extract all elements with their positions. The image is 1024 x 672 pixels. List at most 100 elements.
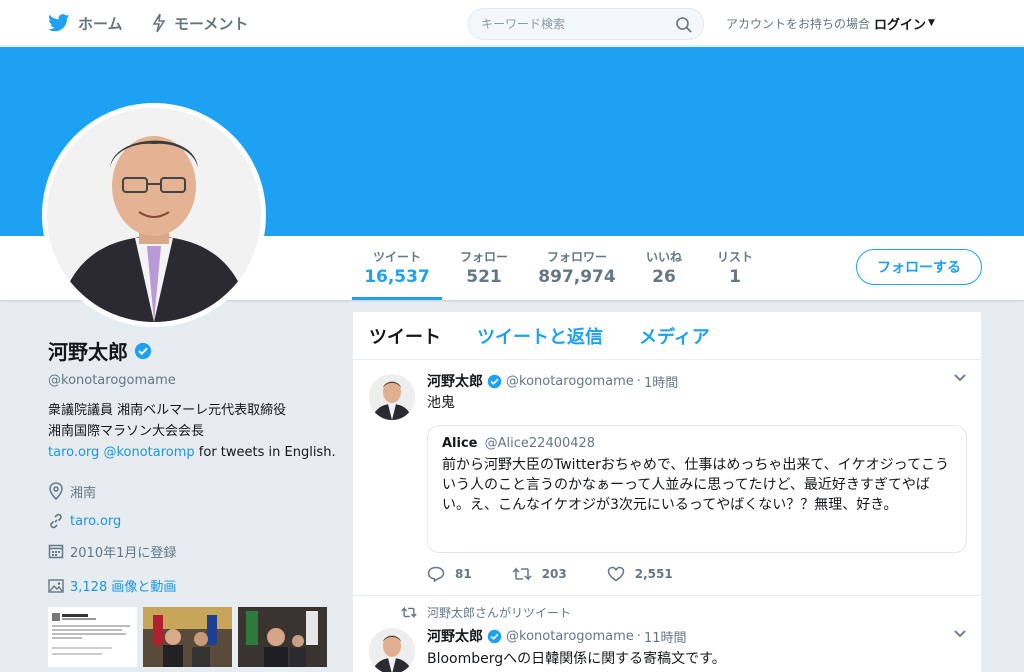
profile-meta: 湘南 taro.org 2010年1月に登録: [48, 476, 338, 566]
media-thumbnail[interactable]: [48, 607, 137, 667]
tweet-author-handle[interactable]: @konotarogomame: [506, 629, 634, 644]
tweet-avatar[interactable]: [369, 628, 415, 672]
chevron-down-icon[interactable]: [953, 628, 967, 642]
tweet[interactable]: 河野太郎さんがリツイート 河野太郎 @konotarogomame · 11時間…: [353, 596, 981, 672]
login-prompt-text: アカウントをお持ちの場合: [726, 16, 871, 31]
timeline-tabs: ツイート ツイートと返信 メディア: [353, 312, 981, 360]
stat-followers[interactable]: フォロワー 897,974: [530, 248, 624, 287]
caret-down-icon[interactable]: ▼: [928, 18, 935, 28]
nav-moments[interactable]: モーメント: [152, 0, 248, 46]
profile-sidebar: 河野太郎 @konotarogomame 衆議院議員 湘南ベルマーレ元代表取締役…: [48, 336, 338, 667]
quoted-tweet-text: 前から河野大臣のTwitterおちゃめで、仕事はめっちゃ出来て、イケオジってこう…: [442, 457, 949, 513]
media-link[interactable]: 3,128 画像と動画: [48, 576, 338, 595]
bio-link-website[interactable]: taro.org: [48, 445, 99, 460]
bio-link-account[interactable]: @konotaromp: [103, 445, 194, 460]
profile-location: 湘南: [70, 485, 97, 501]
link-icon: [50, 513, 62, 529]
profile-handle[interactable]: @konotarogomame: [48, 373, 338, 388]
reply-icon: [427, 566, 445, 582]
login-area: アカウントをお持ちの場合 ログイン ▼: [726, 0, 935, 46]
profile-joined: 2010年1月に登録: [70, 545, 177, 561]
follow-button[interactable]: フォローする: [856, 249, 982, 285]
tweet[interactable]: 河野太郎 @konotarogomame · 1時間 池鬼 Alice @Ali…: [353, 360, 981, 596]
lightning-icon: [152, 13, 166, 33]
stat-lists-value: 1: [729, 267, 741, 287]
profile-name-row: 河野太郎: [48, 336, 338, 365]
tweet-timestamp[interactable]: 1時間: [644, 372, 678, 391]
bio-line-3: taro.org @konotaromp for tweets in Engli…: [48, 442, 338, 463]
media-thumbnail[interactable]: [143, 607, 232, 667]
search-icon[interactable]: [675, 16, 693, 34]
tweet-actions: 81 203 2,551: [427, 566, 713, 582]
tweet-text: Bloombergへの日韓関係に関する寄稿文です。: [427, 651, 726, 667]
search-input[interactable]: [469, 9, 659, 39]
verified-badge-icon: [487, 629, 502, 643]
location-row: 湘南: [48, 476, 338, 506]
media-count: 3,128 画像と動画: [70, 580, 177, 595]
stat-followers-value: 897,974: [538, 267, 616, 287]
tweet-header: 河野太郎 @konotarogomame · 1時間: [427, 371, 678, 391]
like-count: 2,551: [634, 567, 673, 581]
reply-button[interactable]: 81: [427, 566, 472, 582]
stat-tweets-value: 16,537: [364, 267, 430, 287]
separator-dot: ·: [636, 628, 641, 644]
profile-avatar[interactable]: [42, 103, 266, 327]
stat-lists-label: リスト: [716, 250, 753, 264]
heart-icon: [607, 566, 625, 582]
chevron-down-icon[interactable]: [953, 372, 967, 386]
nav-home-label: ホーム: [78, 14, 123, 33]
tweet-author-name[interactable]: 河野太郎: [427, 626, 483, 646]
stat-lists[interactable]: リスト 1: [704, 248, 766, 287]
stat-followers-label: フォロワー: [546, 250, 607, 264]
retweet-context: 河野太郎さんがリツイート: [401, 604, 571, 621]
retweet-icon: [512, 567, 532, 581]
profile-name[interactable]: 河野太郎: [48, 336, 128, 365]
joined-row: 2010年1月に登録: [48, 536, 338, 566]
stat-following-value: 521: [466, 267, 502, 287]
retweet-button[interactable]: 203: [512, 566, 567, 582]
stat-following[interactable]: フォロー 521: [448, 248, 520, 287]
nav-moments-label: モーメント: [174, 14, 249, 33]
tweet-header: 河野太郎 @konotarogomame · 11時間: [427, 626, 686, 646]
media-thumbnail[interactable]: [238, 607, 327, 667]
tab-tweets[interactable]: ツイート: [369, 323, 441, 349]
verified-badge-icon: [487, 374, 502, 388]
website-row: taro.org: [48, 506, 338, 536]
tab-tweets-and-replies[interactable]: ツイートと返信: [477, 323, 603, 349]
tweet-author-handle[interactable]: @konotarogomame: [506, 374, 634, 389]
search-box: [468, 8, 704, 40]
tab-media[interactable]: メディア: [639, 323, 710, 349]
bio-line-2: 湘南国際マラソン大会会長: [48, 424, 205, 439]
nav-home[interactable]: ホーム: [48, 0, 123, 46]
retweet-context-text[interactable]: 河野太郎さんがリツイート: [427, 604, 571, 621]
quoted-tweet-header: Alice @Alice22400428: [442, 436, 952, 451]
timeline: ツイート ツイートと返信 メディア 河野太郎 @konotarogomame ·…: [353, 312, 981, 672]
tweet-timestamp[interactable]: 11時間: [644, 627, 687, 646]
stat-likes-value: 26: [652, 267, 676, 287]
profile-bio: 衆議院議員 湘南ベルマーレ元代表取締役 湘南国際マラソン大会会長 taro.or…: [48, 400, 338, 463]
stat-tweets[interactable]: ツイート 16,537: [352, 248, 442, 300]
bio-line-1: 衆議院議員 湘南ベルマーレ元代表取締役: [48, 403, 287, 418]
quoted-author-name: Alice: [442, 436, 478, 451]
stat-tweets-label: ツイート: [372, 250, 421, 264]
quoted-author-handle: @Alice22400428: [484, 436, 596, 451]
stat-following-label: フォロー: [459, 250, 508, 264]
profile-website[interactable]: taro.org: [70, 514, 121, 529]
like-button[interactable]: 2,551: [607, 566, 673, 582]
reply-count: 81: [455, 567, 472, 581]
tweet-author-name[interactable]: 河野太郎: [427, 371, 483, 391]
portrait-icon: [47, 108, 261, 322]
login-link[interactable]: ログイン: [874, 14, 926, 33]
tweet-text: 池鬼: [427, 395, 455, 411]
stat-likes[interactable]: いいね 26: [636, 248, 692, 287]
twitter-bird-icon: [48, 14, 70, 32]
avatar-image: [47, 108, 261, 322]
location-pin-icon: [49, 482, 63, 500]
bio-tail: for tweets in English.: [194, 445, 336, 460]
retweet-icon: [401, 606, 417, 619]
retweet-count: 203: [541, 567, 567, 581]
tweet-avatar[interactable]: [369, 374, 415, 420]
stat-likes-label: いいね: [645, 250, 682, 264]
verified-badge-icon: [134, 342, 152, 359]
quoted-tweet[interactable]: Alice @Alice22400428 前から河野大臣のTwitterおちゃめ…: [427, 425, 967, 553]
